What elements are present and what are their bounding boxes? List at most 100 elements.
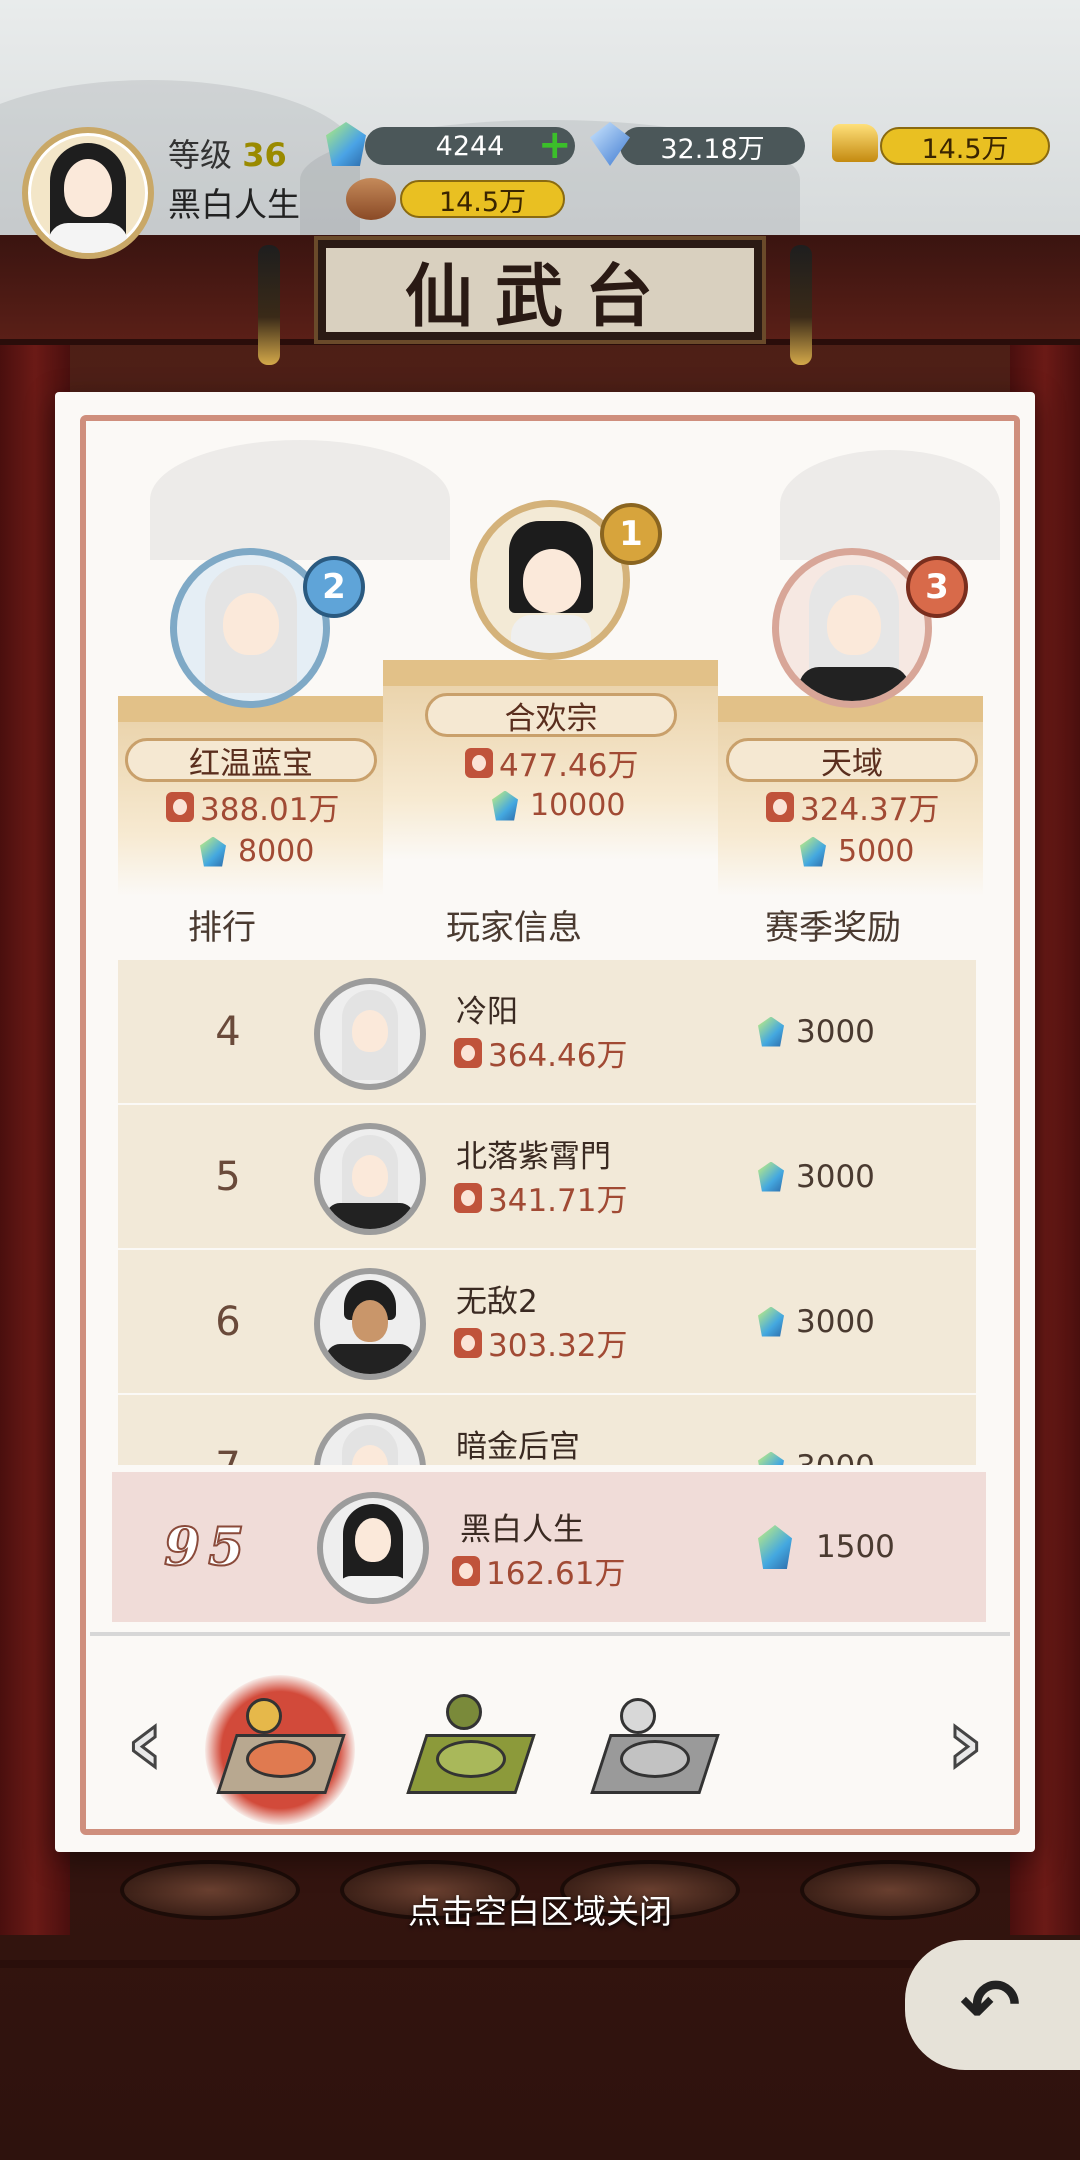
row-reward-value: 3000: [796, 1158, 875, 1195]
gem-icon: [758, 1161, 784, 1192]
arena-icon[interactable]: [406, 1690, 536, 1800]
arrow-right-icon[interactable]: ›: [930, 1696, 1000, 1789]
tassel-left: [258, 245, 280, 365]
podium-second-reward: 8000: [200, 834, 314, 869]
row-reward: 3000: [758, 1250, 875, 1393]
my-score-value: 162.61万: [486, 1556, 626, 1592]
row-rank: 5: [215, 1153, 241, 1200]
gem-icon: [492, 790, 518, 821]
arena-signboard: 仙武台: [318, 240, 762, 340]
row-reward-value: 3000: [796, 1449, 875, 1466]
gem-icon: [200, 836, 226, 867]
ranking-list[interactable]: 4 冷阳 364.46万 3000 5 北落紫霄門 341.71万 3000 6…: [118, 960, 976, 1465]
score-icon: [454, 1037, 482, 1068]
row-avatar[interactable]: [314, 1268, 426, 1380]
podium-first-name: 合欢宗: [425, 693, 677, 737]
row-score-value: 341.71万: [488, 1183, 628, 1219]
player-name: 黑白人生: [168, 185, 300, 224]
gem-icon: [758, 1451, 784, 1465]
my-score: 162.61万: [452, 1548, 625, 1593]
row-player-name: 无敌2: [456, 1284, 538, 1320]
arena-title: 仙武台: [404, 256, 675, 337]
row-player-name: 冷阳: [456, 994, 518, 1030]
my-rank-row[interactable]: 95 黑白人生 162.61万 1500: [112, 1472, 986, 1622]
podium-third-name: 天域: [726, 738, 978, 782]
level-value: 36: [242, 136, 287, 174]
gold-icon: [832, 124, 878, 162]
arena-gong: [246, 1698, 282, 1734]
arena-ring: [246, 1740, 316, 1778]
gem-icon: [758, 1306, 784, 1337]
podium-third-avatar[interactable]: [772, 548, 932, 708]
podium-first-rank: 1: [619, 514, 643, 554]
panel-divider: [90, 1632, 1010, 1636]
row-score: 341.71万: [454, 1175, 627, 1220]
row-score-value: 303.32万: [488, 1328, 628, 1364]
level-label: 等级: [168, 136, 233, 174]
player-avatar[interactable]: [22, 127, 154, 259]
arena-gong: [620, 1698, 656, 1734]
row-avatar[interactable]: [314, 1123, 426, 1235]
level-display: 等级 36: [168, 130, 287, 176]
podium-second-name: 红温蓝宝: [125, 738, 377, 782]
row-reward-value: 3000: [796, 1303, 875, 1340]
close-hint[interactable]: 点击空白区域关闭: [0, 1885, 1080, 1933]
podium-third-reward-value: 5000: [838, 834, 915, 869]
crystals-counter[interactable]: 32.18万: [620, 127, 805, 165]
row-score-value: 364.46万: [488, 1038, 628, 1074]
row-score: 303.32万: [454, 1320, 627, 1365]
row-rank: 7: [118, 1395, 338, 1466]
podium-second-reward-value: 8000: [238, 834, 315, 869]
podium-first-reward-value: 10000: [530, 788, 626, 823]
gold-value: 14.5万: [921, 133, 1009, 165]
score-icon: [452, 1555, 480, 1586]
add-gems-button[interactable]: +: [538, 125, 572, 165]
podium-third-score-value: 324.37万: [800, 792, 940, 828]
score-icon: [766, 791, 794, 822]
rank-badge-icon: 2: [303, 556, 365, 618]
score-icon: [454, 1182, 482, 1213]
my-avatar[interactable]: [317, 1492, 429, 1604]
row-player-name: 暗金后宫: [456, 1429, 580, 1465]
back-button[interactable]: ↶: [905, 1940, 1080, 2070]
my-player-name: 黑白人生: [460, 1512, 584, 1548]
table-row[interactable]: 6 无敌2 303.32万 3000: [118, 1250, 976, 1393]
row-avatar[interactable]: [314, 978, 426, 1090]
arena-icon[interactable]: [216, 1690, 346, 1800]
wood-counter[interactable]: 14.5万: [400, 180, 565, 218]
table-row[interactable]: 7 暗金后宫 3000: [118, 1395, 976, 1465]
gold-counter[interactable]: 14.5万: [880, 127, 1050, 165]
podium-second-score-value: 388.01万: [200, 792, 340, 828]
arena-ring: [436, 1740, 506, 1778]
podium-second-score: 388.01万: [166, 784, 339, 829]
gem-icon: [758, 1525, 792, 1569]
my-rank: 95: [163, 1516, 253, 1579]
tassel-right: [790, 245, 812, 365]
gem-icon: [758, 1016, 784, 1047]
wood-icon: [346, 178, 396, 220]
podium-first-score: 477.46万: [465, 740, 638, 785]
ink-mountain: [150, 440, 450, 560]
row-rank: 6: [215, 1298, 241, 1345]
col-header-reward: 赛季奖励: [765, 908, 901, 948]
crystals-value: 32.18万: [660, 133, 765, 165]
table-row[interactable]: 4 冷阳 364.46万 3000: [118, 960, 976, 1103]
arena-icon[interactable]: [590, 1690, 720, 1800]
col-header-info: 玩家信息: [446, 908, 582, 948]
podium-first-score-value: 477.46万: [499, 748, 639, 784]
wood-value: 14.5万: [438, 186, 527, 218]
row-rank: 4: [215, 1008, 241, 1055]
score-icon: [454, 1327, 482, 1358]
gem-icon: [800, 836, 826, 867]
row-reward: 3000: [758, 1395, 875, 1465]
row-reward: 3000: [758, 960, 875, 1103]
table-row[interactable]: 5 北落紫霄門 341.71万 3000: [118, 1105, 976, 1248]
podium-first-top: [383, 660, 718, 686]
row-reward: 3000: [758, 1105, 875, 1248]
podium-first-reward: 10000: [492, 788, 625, 823]
podium-third-rank: 3: [925, 567, 949, 607]
row-score: 364.46万: [454, 1030, 627, 1075]
back-icon: ↶: [960, 1963, 1021, 2047]
arrow-left-icon[interactable]: ‹: [110, 1696, 180, 1789]
podium-third-reward: 5000: [800, 834, 914, 869]
